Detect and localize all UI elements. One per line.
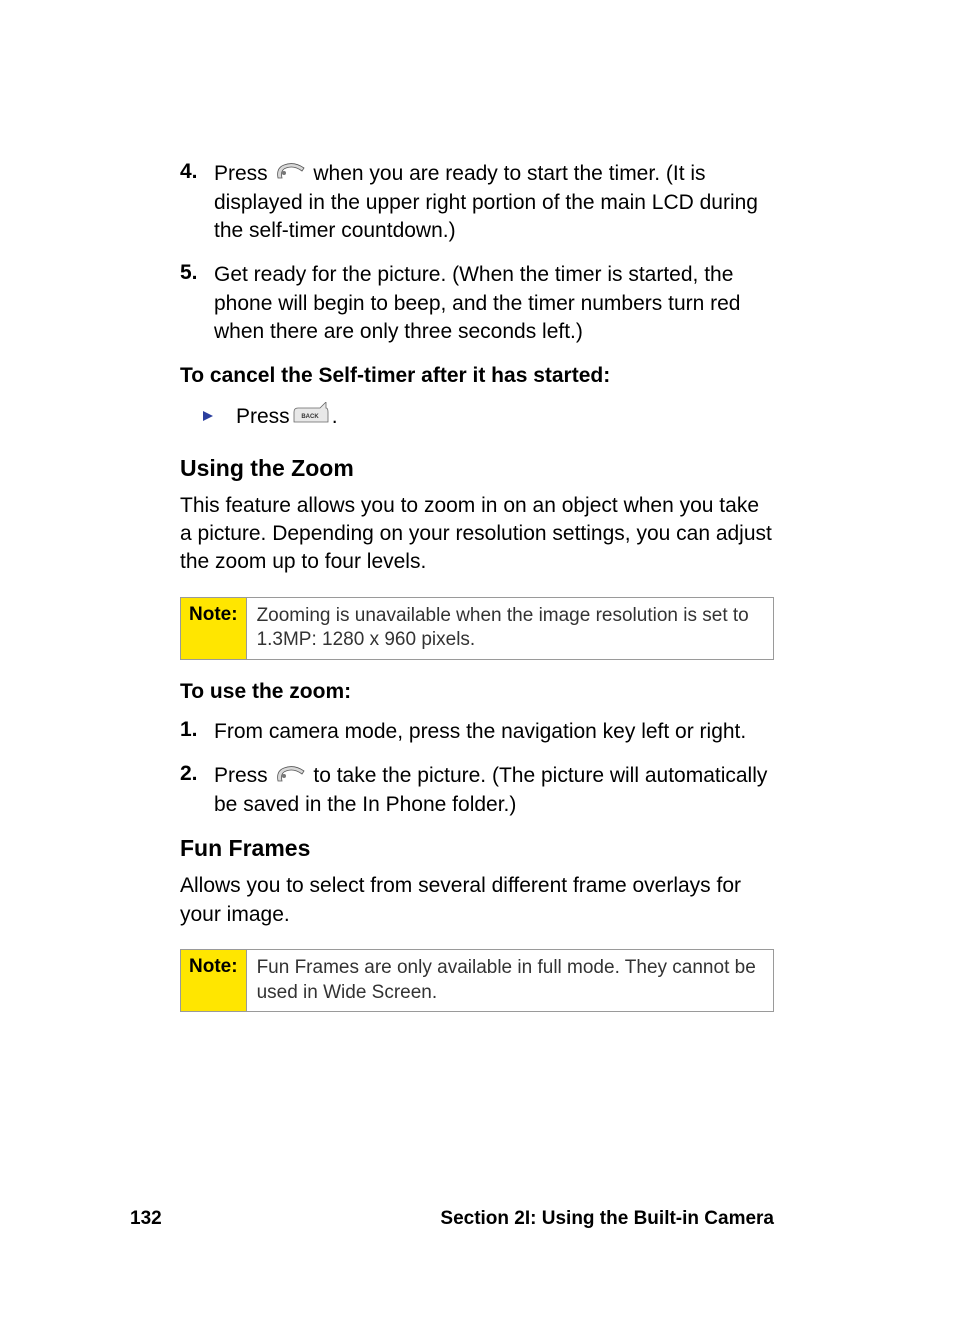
step-5: 5. Get ready for the picture. (When the …: [180, 261, 774, 346]
section-title: Section 2I: Using the Built-in Camera: [440, 1208, 774, 1230]
step-body: Press when you are ready to start the ti…: [214, 160, 774, 245]
step-body: Press to take the picture. (The picture …: [214, 762, 774, 819]
using-the-zoom-heading: Using the Zoom: [180, 455, 774, 482]
page-number: 132: [130, 1208, 162, 1230]
step-text-pre: Press: [214, 162, 274, 185]
camera-key-icon: [276, 160, 306, 188]
step-number: 2.: [180, 762, 214, 819]
page-footer: 132 Section 2I: Using the Built-in Camer…: [0, 1208, 954, 1230]
note-fun-frames: Note: Fun Frames are only available in f…: [180, 949, 774, 1012]
back-key-icon: BACK: [292, 402, 330, 432]
step-text: From camera mode, press the navigation k…: [214, 720, 746, 743]
step-text: Get ready for the picture. (When the tim…: [214, 263, 741, 343]
step-body: Get ready for the picture. (When the tim…: [214, 261, 774, 346]
cancel-step-body: Press BACK .: [236, 402, 338, 432]
cancel-self-timer-title: To cancel the Self-timer after it has st…: [180, 364, 774, 388]
step-4: 4. Press when you are ready to start the…: [180, 160, 774, 245]
step-number: 1.: [180, 718, 214, 746]
to-use-zoom-title: To use the zoom:: [180, 680, 774, 704]
cancel-step: Press BACK .: [202, 402, 774, 432]
fun-frames-heading: Fun Frames: [180, 835, 774, 862]
step-number: 4.: [180, 160, 214, 245]
note-body: Zooming is unavailable when the image re…: [247, 598, 773, 659]
cancel-post: .: [332, 403, 338, 431]
zoom-step-1: 1. From camera mode, press the navigatio…: [180, 718, 774, 746]
note-body: Fun Frames are only available in full mo…: [247, 950, 773, 1011]
bullet-icon: [202, 410, 236, 426]
cancel-pre: Press: [236, 403, 290, 431]
note-zoom-resolution: Note: Zooming is unavailable when the im…: [180, 597, 774, 660]
step-text-pre: Press: [214, 764, 274, 787]
step-number: 5.: [180, 261, 214, 346]
camera-key-icon: [276, 763, 306, 791]
zoom-step-2: 2. Press to take the picture. (The pictu…: [180, 762, 774, 819]
svg-text:BACK: BACK: [301, 414, 319, 420]
note-label: Note:: [181, 598, 247, 659]
step-body: From camera mode, press the navigation k…: [214, 718, 774, 746]
zoom-paragraph: This feature allows you to zoom in on an…: [180, 492, 774, 577]
fun-frames-paragraph: Allows you to select from several differ…: [180, 872, 774, 929]
note-label: Note:: [181, 950, 247, 1011]
